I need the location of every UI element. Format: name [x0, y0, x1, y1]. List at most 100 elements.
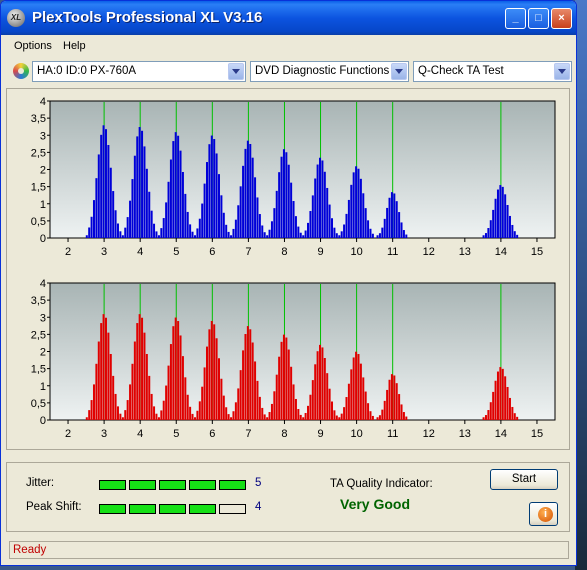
data-bar: [141, 130, 144, 238]
peak-shift-label: Peak Shift:: [26, 501, 82, 513]
data-bar: [482, 235, 485, 238]
data-bar: [494, 380, 497, 420]
data-bar: [400, 404, 403, 420]
data-bar: [357, 354, 360, 420]
data-bar: [162, 218, 165, 238]
close-button[interactable]: ×: [551, 8, 572, 29]
data-bar: [148, 191, 151, 238]
data-bar: [239, 186, 242, 238]
data-bar: [338, 417, 341, 420]
data-bar: [270, 403, 273, 420]
data-bar: [88, 410, 91, 420]
data-bar: [319, 157, 322, 238]
meter-segment: [219, 504, 246, 514]
data-bar: [388, 197, 391, 238]
jitter-value: 5: [255, 477, 262, 489]
y-tick-label: 0,5: [31, 216, 46, 228]
data-bar: [386, 207, 389, 238]
chevron-down-icon[interactable]: [228, 63, 244, 80]
data-bar: [100, 134, 103, 238]
data-bar: [484, 415, 487, 420]
data-bar: [213, 324, 216, 420]
title-bar[interactable]: XL PlexTools Professional XL V3.16 _ □ ×: [1, 1, 576, 35]
data-bar: [172, 141, 175, 238]
data-bar: [191, 413, 194, 420]
meter-segment: [99, 504, 126, 514]
data-bar: [186, 394, 189, 420]
data-bar: [104, 317, 107, 420]
data-bar: [376, 417, 379, 420]
data-bar: [309, 211, 312, 238]
maximize-button[interactable]: □: [528, 8, 549, 29]
x-tick-label: 8: [281, 428, 287, 440]
drive-select[interactable]: HA:0 ID:0 PX-760A: [32, 61, 246, 82]
data-bar: [237, 205, 240, 238]
x-tick-label: 7: [245, 428, 251, 440]
data-bar: [227, 414, 230, 420]
data-bar: [362, 377, 365, 420]
data-bar: [484, 233, 487, 238]
data-bar: [393, 193, 396, 238]
data-bar: [405, 234, 408, 238]
data-bar: [249, 329, 252, 420]
data-bar: [119, 413, 122, 420]
y-tick-label: 3,5: [31, 113, 46, 125]
data-bar: [343, 407, 346, 420]
data-bar: [160, 228, 163, 238]
data-bar: [203, 183, 206, 238]
data-bar: [398, 212, 401, 238]
data-bar: [177, 321, 180, 420]
data-bar: [174, 317, 177, 420]
data-bar: [492, 391, 495, 420]
data-bar: [364, 391, 367, 420]
data-bar: [352, 172, 355, 238]
data-bar: [299, 232, 302, 238]
data-bar: [157, 235, 160, 238]
jitter-label: Jitter:: [26, 477, 55, 489]
data-bar: [492, 209, 495, 238]
y-tick-label: 3: [40, 312, 46, 324]
meter-segment: [99, 480, 126, 490]
data-bar: [297, 226, 300, 238]
data-bar: [165, 385, 168, 420]
menu-options[interactable]: Options: [14, 40, 52, 52]
data-bar: [359, 178, 362, 238]
data-bar: [369, 228, 372, 238]
chevron-down-icon[interactable]: [391, 63, 407, 80]
data-bar: [167, 365, 170, 420]
data-bar: [489, 402, 492, 420]
data-bar: [516, 234, 519, 238]
data-bar: [314, 364, 317, 420]
menu-help[interactable]: Help: [63, 40, 86, 52]
data-bar: [390, 374, 393, 420]
x-tick-label: 11: [387, 428, 398, 440]
status-text: Ready: [13, 544, 47, 556]
function-select[interactable]: DVD Diagnostic Functions: [250, 61, 409, 82]
data-bar: [165, 202, 168, 238]
data-bar: [88, 227, 91, 238]
data-bar: [102, 314, 105, 420]
data-bar: [487, 410, 490, 420]
jitter-meter: [99, 480, 249, 490]
data-bar: [302, 417, 305, 420]
data-bar: [316, 351, 319, 420]
data-bar: [230, 235, 233, 238]
chevron-down-icon[interactable]: [554, 63, 570, 80]
start-button[interactable]: Start: [490, 469, 558, 490]
data-bar: [124, 410, 127, 420]
y-tick-label: 1: [40, 199, 46, 211]
data-bar: [508, 397, 511, 420]
window-title: PlexTools Professional XL V3.16: [32, 9, 263, 26]
menu-bar: Options Help: [1, 36, 576, 56]
data-bar: [395, 201, 398, 238]
data-bar: [278, 172, 281, 238]
minimize-button[interactable]: _: [505, 8, 526, 29]
results-panel: Jitter: 5 Peak Shift: 4 Start i: [6, 462, 570, 532]
data-bar: [131, 179, 134, 238]
data-bar: [210, 135, 213, 238]
data-bar: [381, 227, 384, 238]
data-bar: [367, 220, 370, 238]
data-bar: [251, 157, 254, 238]
test-select[interactable]: Q-Check TA Test: [413, 61, 572, 82]
info-button[interactable]: i: [529, 502, 558, 526]
